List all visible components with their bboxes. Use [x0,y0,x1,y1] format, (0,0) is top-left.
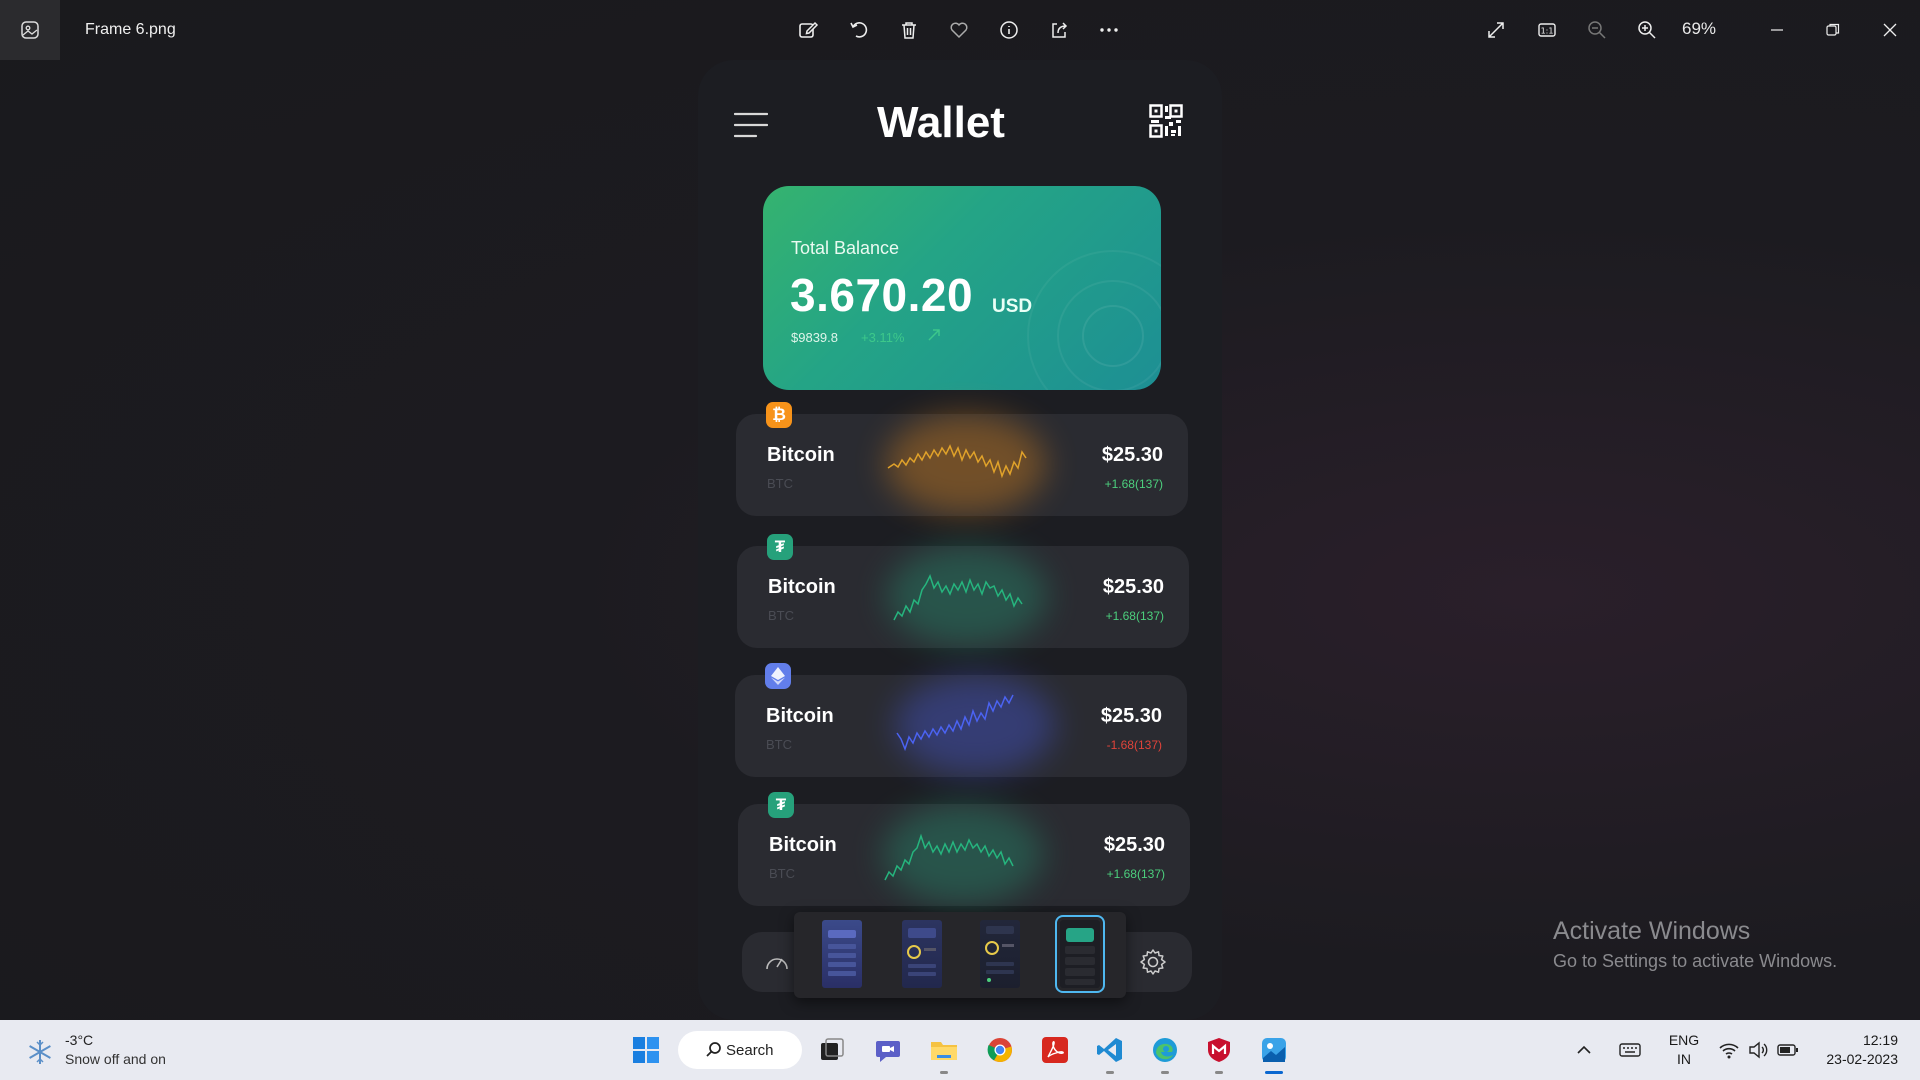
settings-gear-icon[interactable] [1138,947,1168,977]
clock-time[interactable]: 12:19 [1810,1032,1910,1048]
coin-card[interactable]: ₮ Bitcoin BTC $25.30 +1.68(137) [737,534,1189,648]
sparkline [884,833,1014,881]
coin-change: +1.68(137) [1105,609,1164,623]
thumbnail[interactable] [822,920,862,988]
balance-sub-amount: $9839.8 [791,330,838,345]
tray-chevron-up-icon[interactable] [1568,1034,1600,1066]
windows-start-icon[interactable] [630,1034,662,1066]
sparkline [893,574,1023,621]
info-icon[interactable] [993,14,1025,46]
favorite-icon[interactable] [943,14,975,46]
photos-taskbar-icon[interactable] [1258,1034,1290,1066]
tether-icon: ₮ [767,534,793,560]
coin-name: Bitcoin [769,834,837,856]
thumbnail[interactable] [980,920,1020,988]
thumbnail-active[interactable] [1055,915,1105,993]
zoom-in-icon[interactable] [1631,14,1663,46]
coin-change: +1.68(137) [1104,477,1163,491]
edge-icon[interactable] [1149,1034,1181,1066]
ethereum-icon [765,663,791,689]
coin-card[interactable]: ₮ Bitcoin BTC $25.30 +1.68(137) [738,792,1190,906]
file-name: Frame 6.png [85,21,176,38]
wifi-icon[interactable] [1713,1034,1745,1066]
coin-card[interactable]: Bitcoin BTC $25.30 -1.68(137) [735,663,1187,777]
search-label: Search [726,1041,774,1059]
qr-code-icon[interactable] [1149,104,1183,138]
coin-symbol: BTC [769,866,795,881]
running-indicator [1161,1071,1169,1074]
running-indicator [940,1071,948,1074]
chrome-icon[interactable] [984,1034,1016,1066]
clock-date[interactable]: 23-02-2023 [1810,1051,1910,1067]
acrobat-reader-icon[interactable] [1039,1034,1071,1066]
coin-change: +1.68(137) [1106,867,1165,881]
coin-change: -1.68(137) [1106,738,1162,752]
fullscreen-icon[interactable] [1480,14,1512,46]
sparkline [896,694,1014,752]
coin-symbol: BTC [767,476,793,491]
volume-icon[interactable] [1742,1034,1774,1066]
page-title: Wallet [877,98,1005,147]
delete-icon[interactable] [893,14,925,46]
active-indicator [1265,1071,1283,1074]
coin-symbol: BTC [766,737,792,752]
running-indicator [1106,1071,1114,1074]
coin-card[interactable]: ₿ Bitcoin BTC $25.30 +1.68(137) [736,402,1188,516]
coin-price: $25.30 [1102,576,1164,598]
bitcoin-icon: ₿ [766,402,792,428]
balance-amount: 3.670.20 [790,269,974,321]
filmstrip [794,912,1126,998]
snow-weather-icon[interactable] [26,1038,54,1066]
close-icon[interactable] [1874,14,1906,46]
rotate-icon[interactable] [843,14,875,46]
tether-icon: ₮ [768,792,794,818]
speedometer-icon[interactable] [764,949,790,975]
language-region[interactable]: IN [1664,1051,1704,1067]
restore-icon[interactable] [1817,14,1849,46]
total-balance-card[interactable]: Total Balance 3.670.20 USD $9839.8 +3.11… [763,186,1161,390]
coin-price: $25.30 [1101,444,1163,466]
wallet-phone-mockup: Wallet Total Balance 3.670.20 USD $9839.… [698,60,1222,1020]
windows-taskbar: -3°C Snow off and on Search ENG IN 12:19… [0,1020,1920,1080]
zoom-level[interactable]: 69% [1682,19,1716,39]
photos-titlebar: Frame 6.png 1:1 69% [0,0,1920,60]
actual-size-icon[interactable]: 1:1 [1531,14,1563,46]
zoom-out-icon[interactable] [1581,14,1613,46]
balance-change: +3.11% [861,330,905,345]
share-icon[interactable] [1043,14,1075,46]
more-icon[interactable] [1093,14,1125,46]
edit-icon[interactable] [792,14,824,46]
photos-app-icon [0,0,60,60]
balance-currency: USD [992,296,1033,317]
coin-name: Bitcoin [767,444,835,466]
activate-windows-title: Activate Windows [1553,917,1751,945]
mcafee-icon[interactable] [1203,1034,1235,1066]
svg-text:1:1: 1:1 [1541,27,1554,36]
activate-windows-subtitle: Go to Settings to activate Windows. [1553,951,1838,971]
coin-symbol: BTC [768,608,794,623]
balance-label: Total Balance [791,238,900,258]
file-explorer-icon[interactable] [928,1034,960,1066]
coin-price: $25.30 [1103,834,1165,856]
language-indicator[interactable]: ENG [1664,1032,1704,1048]
teams-chat-icon[interactable] [872,1034,904,1066]
search-icon [706,1042,721,1057]
coin-name: Bitcoin [768,576,836,598]
thumbnail[interactable] [902,920,942,988]
coin-price: $25.30 [1100,705,1162,727]
task-view-icon[interactable] [816,1034,848,1066]
running-indicator [1215,1071,1223,1074]
weather-description[interactable]: Snow off and on [65,1051,166,1067]
taskbar-search[interactable]: Search [678,1031,802,1069]
trend-up-icon [927,328,941,342]
vscode-icon[interactable] [1094,1034,1126,1066]
weather-temperature[interactable]: -3°C [65,1032,93,1048]
minimize-icon[interactable] [1761,14,1793,46]
keyboard-icon[interactable] [1614,1034,1646,1066]
sparkline [887,444,1027,479]
coin-name: Bitcoin [766,705,834,727]
battery-icon[interactable] [1772,1034,1804,1066]
